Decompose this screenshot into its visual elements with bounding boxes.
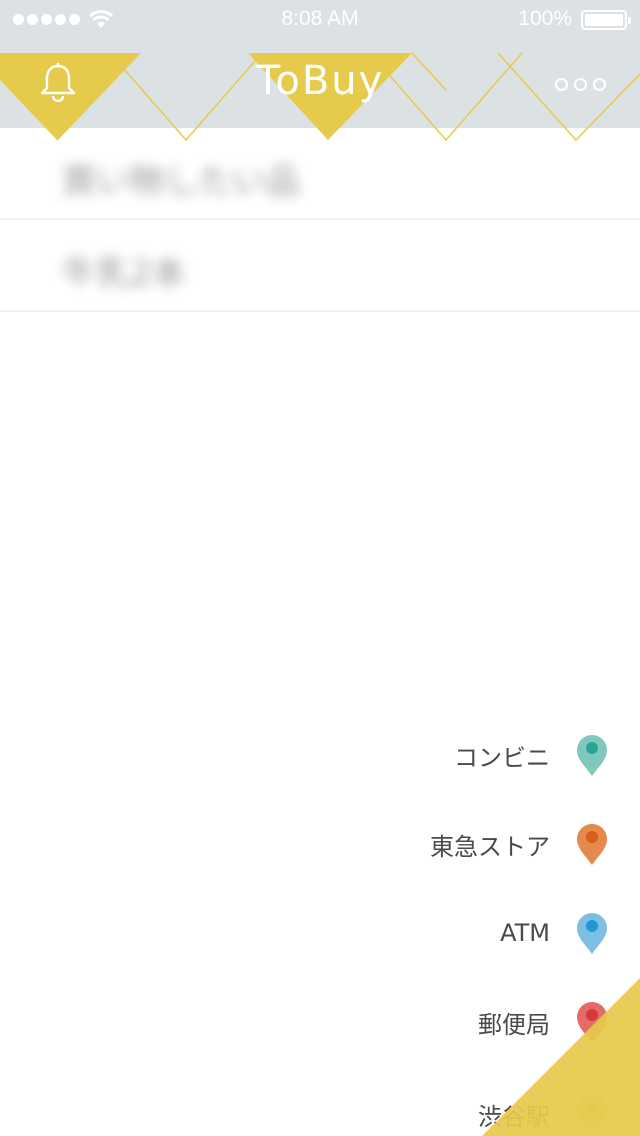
scroll-to-top-button[interactable] [482, 978, 640, 1136]
battery-percentage: 100% [518, 7, 572, 30]
navigation-bar: ToBuy [0, 40, 640, 142]
more-options-button[interactable] [540, 62, 620, 106]
place-item-convenience-store[interactable]: コンビニ [454, 715, 610, 795]
list-item-label: 牛乳2本 [62, 254, 186, 294]
place-label: 東急ストア [430, 832, 550, 861]
map-pin-icon [577, 913, 607, 954]
list-item-label: 買い物したい品 [62, 162, 300, 202]
place-item-atm[interactable]: ATM [500, 893, 610, 973]
more-dots-icon [554, 77, 568, 91]
list-item[interactable]: 買い物したい品 [0, 128, 640, 220]
place-label: コンビニ [454, 743, 550, 772]
place-item-tokyu-store[interactable]: 東急ストア [430, 804, 610, 884]
list-item[interactable]: 牛乳2本 [0, 220, 640, 312]
arrow-up-icon [484, 979, 510, 1019]
status-bar: 8:08 AM 100% [0, 0, 640, 40]
map-pin-icon [577, 824, 607, 865]
map-pin-icon [577, 735, 607, 776]
place-label: ATM [500, 919, 550, 947]
battery-icon [581, 10, 631, 30]
todo-list: 買い物したい品 牛乳2本 [0, 128, 640, 328]
